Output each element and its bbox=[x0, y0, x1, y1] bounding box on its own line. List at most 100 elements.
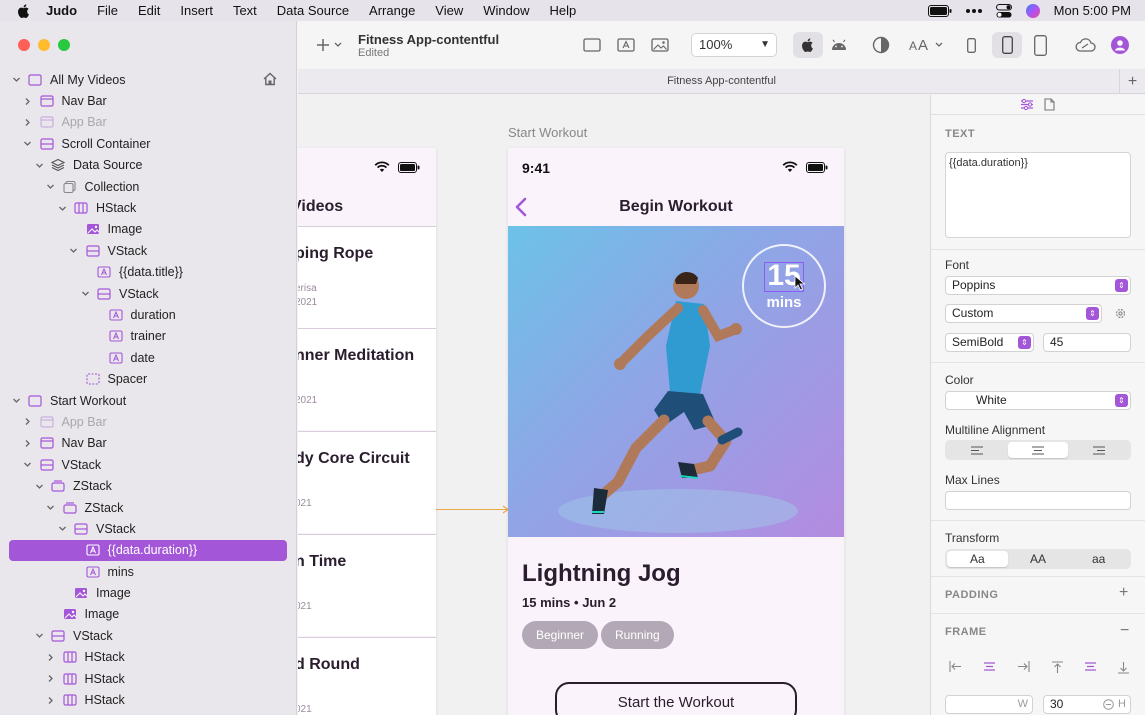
menu-edit[interactable]: Edit bbox=[138, 3, 160, 18]
layer-row[interactable]: mins bbox=[0, 561, 296, 582]
chevron-down-icon[interactable] bbox=[22, 138, 34, 150]
align-left-button[interactable] bbox=[947, 442, 1008, 458]
layer-row[interactable]: HStack bbox=[0, 197, 296, 218]
battery-icon[interactable] bbox=[927, 4, 952, 17]
device-large-button[interactable] bbox=[1030, 33, 1050, 57]
layer-row[interactable]: Collection bbox=[0, 176, 296, 197]
chevron-down-icon[interactable] bbox=[68, 245, 80, 257]
menu-app-name[interactable]: Judo bbox=[46, 3, 77, 18]
menu-window[interactable]: Window bbox=[483, 3, 529, 18]
align-frame-bottom-icon[interactable] bbox=[1117, 661, 1129, 674]
chevron-right-icon[interactable] bbox=[45, 694, 57, 706]
layer-row[interactable]: HStack bbox=[0, 689, 296, 710]
menu-data-source[interactable]: Data Source bbox=[277, 3, 349, 18]
layer-row[interactable]: ZStack bbox=[0, 475, 296, 496]
start-workout-screen[interactable]: 9:41 Begin Workout 15 mins Lightning Jog… bbox=[508, 148, 844, 715]
menu-text[interactable]: Text bbox=[233, 3, 257, 18]
list-item[interactable]: ping Rope erisa 2021 bbox=[298, 226, 436, 328]
chevron-down-icon[interactable] bbox=[56, 523, 68, 535]
tag-chip-beginner[interactable]: Beginner bbox=[522, 621, 599, 649]
close-window-button[interactable] bbox=[18, 39, 30, 51]
layer-row[interactable]: Image bbox=[0, 582, 296, 603]
appearance-toggle[interactable] bbox=[870, 35, 892, 55]
max-lines-input[interactable] bbox=[945, 491, 1131, 510]
sync-cloud-button[interactable] bbox=[1072, 35, 1098, 55]
layer-row[interactable]: Image bbox=[0, 604, 296, 625]
list-item[interactable]: dy Core Circuit 021 bbox=[298, 431, 436, 533]
device-small-button[interactable] bbox=[964, 34, 978, 56]
font-size-input[interactable]: 45 bbox=[1043, 333, 1131, 352]
add-padding-button[interactable]: + bbox=[1119, 584, 1128, 602]
design-canvas[interactable]: Start Workout Videos ping Rope erisa 202… bbox=[298, 95, 930, 715]
insert-button[interactable] bbox=[316, 36, 344, 54]
android-preview-button[interactable] bbox=[828, 36, 850, 54]
layer-row[interactable]: Scroll Container bbox=[0, 133, 296, 154]
list-item[interactable]: nner Meditation 2021 bbox=[298, 328, 436, 430]
font-family-select[interactable]: Poppins ⇕ bbox=[945, 276, 1131, 295]
new-tab-button[interactable]: + bbox=[1119, 69, 1145, 94]
zoom-select[interactable]: 100% ▼ bbox=[691, 33, 777, 57]
layer-row[interactable]: VStack bbox=[0, 240, 296, 261]
more-dots-icon[interactable] bbox=[965, 8, 982, 14]
transform-lowercase-button[interactable]: aa bbox=[1068, 551, 1129, 567]
layer-row[interactable]: Nav Bar bbox=[0, 433, 296, 454]
list-item[interactable]: n Time 021 bbox=[298, 534, 436, 636]
layer-row[interactable]: VStack bbox=[0, 625, 296, 646]
zoom-window-button[interactable] bbox=[58, 39, 70, 51]
chevron-down-icon[interactable] bbox=[33, 159, 45, 171]
layer-row[interactable]: {{data.duration}} bbox=[9, 539, 287, 561]
insert-image-button[interactable] bbox=[650, 36, 670, 54]
account-button[interactable] bbox=[1110, 35, 1130, 55]
font-weight-select[interactable]: SemiBold ⇕ bbox=[945, 333, 1034, 352]
chevron-right-icon[interactable] bbox=[22, 437, 34, 449]
align-frame-vcenter-icon[interactable] bbox=[1084, 661, 1097, 672]
layer-row[interactable]: Nav Bar bbox=[0, 90, 296, 111]
menu-view[interactable]: View bbox=[435, 3, 463, 18]
insert-text-button[interactable] bbox=[616, 36, 636, 54]
chevron-down-icon[interactable] bbox=[45, 181, 57, 193]
menu-file[interactable]: File bbox=[97, 3, 118, 18]
siri-icon[interactable] bbox=[1025, 3, 1040, 18]
frame-width-input[interactable]: W bbox=[945, 695, 1033, 714]
layer-row[interactable]: VStack bbox=[0, 283, 296, 304]
layer-row[interactable]: trainer bbox=[0, 326, 296, 347]
align-frame-left-icon[interactable] bbox=[949, 661, 962, 672]
chevron-down-icon[interactable] bbox=[79, 288, 91, 300]
minimize-window-button[interactable] bbox=[38, 39, 50, 51]
chevron-right-icon[interactable] bbox=[22, 95, 34, 107]
layer-row[interactable]: Spacer bbox=[0, 368, 296, 389]
layer-row[interactable]: All My Videos bbox=[0, 69, 296, 90]
transform-uppercase-button[interactable]: AA bbox=[1008, 551, 1069, 567]
duration-number[interactable]: 15 bbox=[744, 260, 824, 292]
duration-badge[interactable]: 15 mins bbox=[742, 244, 826, 328]
align-frame-hcenter-icon[interactable] bbox=[983, 661, 996, 672]
chevron-right-icon[interactable] bbox=[45, 673, 57, 685]
menu-insert[interactable]: Insert bbox=[180, 3, 213, 18]
menu-arrange[interactable]: Arrange bbox=[369, 3, 415, 18]
align-frame-right-icon[interactable] bbox=[1017, 661, 1030, 672]
font-size-mode-select[interactable]: Custom ⇕ bbox=[945, 304, 1102, 323]
navigation-connector[interactable] bbox=[436, 509, 508, 510]
align-frame-top-icon[interactable] bbox=[1051, 661, 1063, 674]
remove-frame-button[interactable]: − bbox=[1120, 622, 1129, 640]
hero-image[interactable]: 15 mins bbox=[508, 226, 844, 537]
transform-capitalized-button[interactable]: Aa bbox=[947, 551, 1008, 567]
layer-row[interactable]: {{data.title}} bbox=[0, 262, 296, 283]
align-center-button[interactable] bbox=[1007, 442, 1069, 458]
dynamic-type-button[interactable]: AA bbox=[908, 35, 946, 55]
all-videos-screen[interactable]: Videos ping Rope erisa 2021 nner Meditat… bbox=[298, 148, 436, 715]
clear-icon[interactable] bbox=[1103, 699, 1114, 710]
insert-rectangle-button[interactable] bbox=[582, 36, 602, 54]
tag-chip-running[interactable]: Running bbox=[601, 621, 674, 649]
apple-logo-icon[interactable] bbox=[16, 3, 32, 19]
menu-help[interactable]: Help bbox=[550, 3, 577, 18]
chevron-down-icon[interactable] bbox=[10, 74, 22, 86]
sliders-icon[interactable] bbox=[1020, 98, 1034, 111]
chevron-right-icon[interactable] bbox=[45, 651, 57, 663]
list-item[interactable]: d Round 021 bbox=[298, 637, 436, 715]
frame-height-input[interactable]: 30 H bbox=[1043, 695, 1131, 714]
chevron-down-icon[interactable] bbox=[33, 480, 45, 492]
chevron-down-icon[interactable] bbox=[10, 395, 22, 407]
layer-row[interactable]: date bbox=[0, 347, 296, 368]
screen-label[interactable]: Start Workout bbox=[508, 125, 587, 140]
